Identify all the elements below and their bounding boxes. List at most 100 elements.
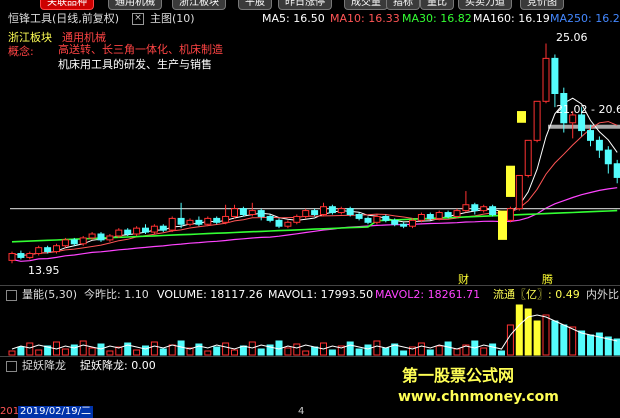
candle-body bbox=[204, 217, 212, 225]
candle-body bbox=[124, 229, 132, 235]
volume-bar bbox=[453, 348, 461, 356]
candle bbox=[613, 159, 620, 184]
indicator-header: 捉妖降龙 捉妖降龙: 0.00 bbox=[0, 356, 620, 374]
mavol1-value: MAVOL1: 17993.50 bbox=[268, 288, 374, 301]
candle bbox=[53, 243, 60, 254]
candle-body bbox=[355, 214, 363, 219]
signal-box bbox=[498, 210, 507, 240]
tab-volume[interactable]: 成交量 bbox=[344, 0, 388, 10]
tab-flat-stock[interactable]: 平股 bbox=[238, 0, 272, 10]
volume-bar bbox=[533, 320, 541, 356]
candle bbox=[480, 204, 488, 213]
indicator-name: 捉妖降龙 bbox=[22, 359, 66, 372]
volume-chart[interactable] bbox=[0, 303, 620, 356]
volume-bar bbox=[578, 330, 586, 356]
collapse-icon[interactable] bbox=[6, 360, 17, 372]
signal-box bbox=[506, 165, 515, 197]
candle-body bbox=[159, 225, 167, 231]
candle-body bbox=[435, 212, 443, 219]
volume-bar bbox=[293, 343, 301, 356]
candle-body bbox=[257, 210, 265, 217]
candle-body bbox=[133, 227, 141, 235]
candle-body bbox=[462, 204, 470, 212]
candle-body bbox=[195, 219, 203, 225]
candle-body bbox=[604, 149, 612, 165]
candle-body bbox=[515, 174, 523, 210]
candle bbox=[204, 216, 212, 227]
volume-bar bbox=[355, 348, 363, 356]
candle-body bbox=[578, 114, 586, 132]
tab-related[interactable]: 关联品种 bbox=[40, 0, 94, 10]
candle-body bbox=[293, 215, 301, 223]
candle bbox=[177, 202, 185, 229]
candle bbox=[409, 218, 416, 229]
volume-bar bbox=[17, 346, 25, 356]
close-icon[interactable]: × bbox=[132, 13, 144, 25]
candle-body bbox=[311, 210, 319, 215]
concept-key: 概念: bbox=[8, 44, 34, 58]
candle-body bbox=[613, 163, 620, 178]
high-label: 25.06 bbox=[556, 31, 588, 44]
volume-bar bbox=[88, 347, 96, 356]
candle bbox=[239, 206, 247, 217]
candle bbox=[159, 224, 167, 233]
tab-limit-up[interactable]: 昨日涨停 bbox=[278, 0, 332, 10]
candle bbox=[257, 208, 265, 221]
candle-body bbox=[106, 235, 114, 241]
candle-body bbox=[506, 208, 514, 221]
candle-body bbox=[426, 214, 434, 219]
ma5-value: MA5: 16.50 bbox=[262, 12, 325, 25]
candle bbox=[462, 191, 470, 213]
tab-indicator[interactable]: 指标 bbox=[386, 0, 420, 10]
ma250-value: MA250: 16.25 bbox=[550, 12, 620, 25]
volume-bar bbox=[542, 314, 550, 356]
candle bbox=[248, 202, 256, 217]
candle bbox=[320, 202, 327, 217]
candle bbox=[471, 202, 479, 215]
candle bbox=[515, 174, 523, 211]
collapse-icon[interactable] bbox=[6, 289, 17, 301]
volume-bar bbox=[168, 344, 176, 356]
volume-bar bbox=[26, 342, 34, 356]
watermark-url: www.chnmoney.com bbox=[398, 389, 559, 405]
candle-body bbox=[587, 130, 594, 141]
price-chart-svg: 浙江板块 通用机械 概念: 高送转、长三角一体化、机床制造 机床用工具的研发、生… bbox=[8, 30, 620, 286]
candle-body bbox=[248, 210, 256, 215]
ma10-value: MA10: 16.33 bbox=[330, 12, 400, 25]
volume-name: 量能(5,30) bbox=[22, 288, 78, 301]
volume-bar bbox=[106, 350, 114, 356]
candle bbox=[311, 208, 319, 217]
mavol2-value: MAVOL2: 18261.71 bbox=[375, 288, 481, 301]
price-chart[interactable]: 浙江板块 通用机械 概念: 高送转、长三角一体化、机床制造 机床用工具的研发、生… bbox=[0, 27, 620, 286]
overlay-label[interactable]: 主图(10) bbox=[150, 10, 195, 27]
candle bbox=[355, 212, 363, 221]
candle-body bbox=[150, 225, 158, 233]
board-key: 浙江板块 bbox=[8, 30, 52, 44]
candle-body bbox=[61, 239, 69, 247]
candle-body bbox=[364, 217, 372, 223]
candle-body bbox=[222, 215, 230, 223]
tab-zhejiang[interactable]: 浙江板块 bbox=[172, 0, 226, 10]
volume-header: 量能(5,30) 今昨比: 1.10 VOLUME: 18117.26 MAVO… bbox=[0, 285, 620, 303]
tab-buy-sell[interactable]: 买卖力道 bbox=[458, 0, 512, 10]
volume-bar bbox=[364, 344, 372, 356]
candle-body bbox=[453, 210, 461, 217]
cursor-date: 2019/02/19/二 bbox=[18, 406, 94, 418]
candle-body bbox=[17, 253, 25, 258]
candle-body bbox=[320, 206, 327, 215]
marker-teng: 腾 bbox=[542, 272, 553, 285]
volume-bar bbox=[480, 347, 488, 356]
candle-body bbox=[284, 221, 292, 227]
tab-auction[interactable]: 竞价图 bbox=[520, 0, 564, 10]
candle bbox=[150, 224, 158, 235]
tab-volume-ratio[interactable]: 量比 bbox=[420, 0, 454, 10]
candle bbox=[61, 237, 69, 248]
volume-bar bbox=[346, 341, 354, 356]
candle bbox=[213, 216, 221, 225]
candle-body bbox=[346, 208, 354, 215]
volume-bar bbox=[79, 340, 87, 356]
volume-bar bbox=[426, 349, 434, 356]
volume-bar bbox=[560, 324, 568, 356]
volume-bar bbox=[373, 340, 381, 356]
tab-general-machinery[interactable]: 通用机械 bbox=[108, 0, 162, 10]
